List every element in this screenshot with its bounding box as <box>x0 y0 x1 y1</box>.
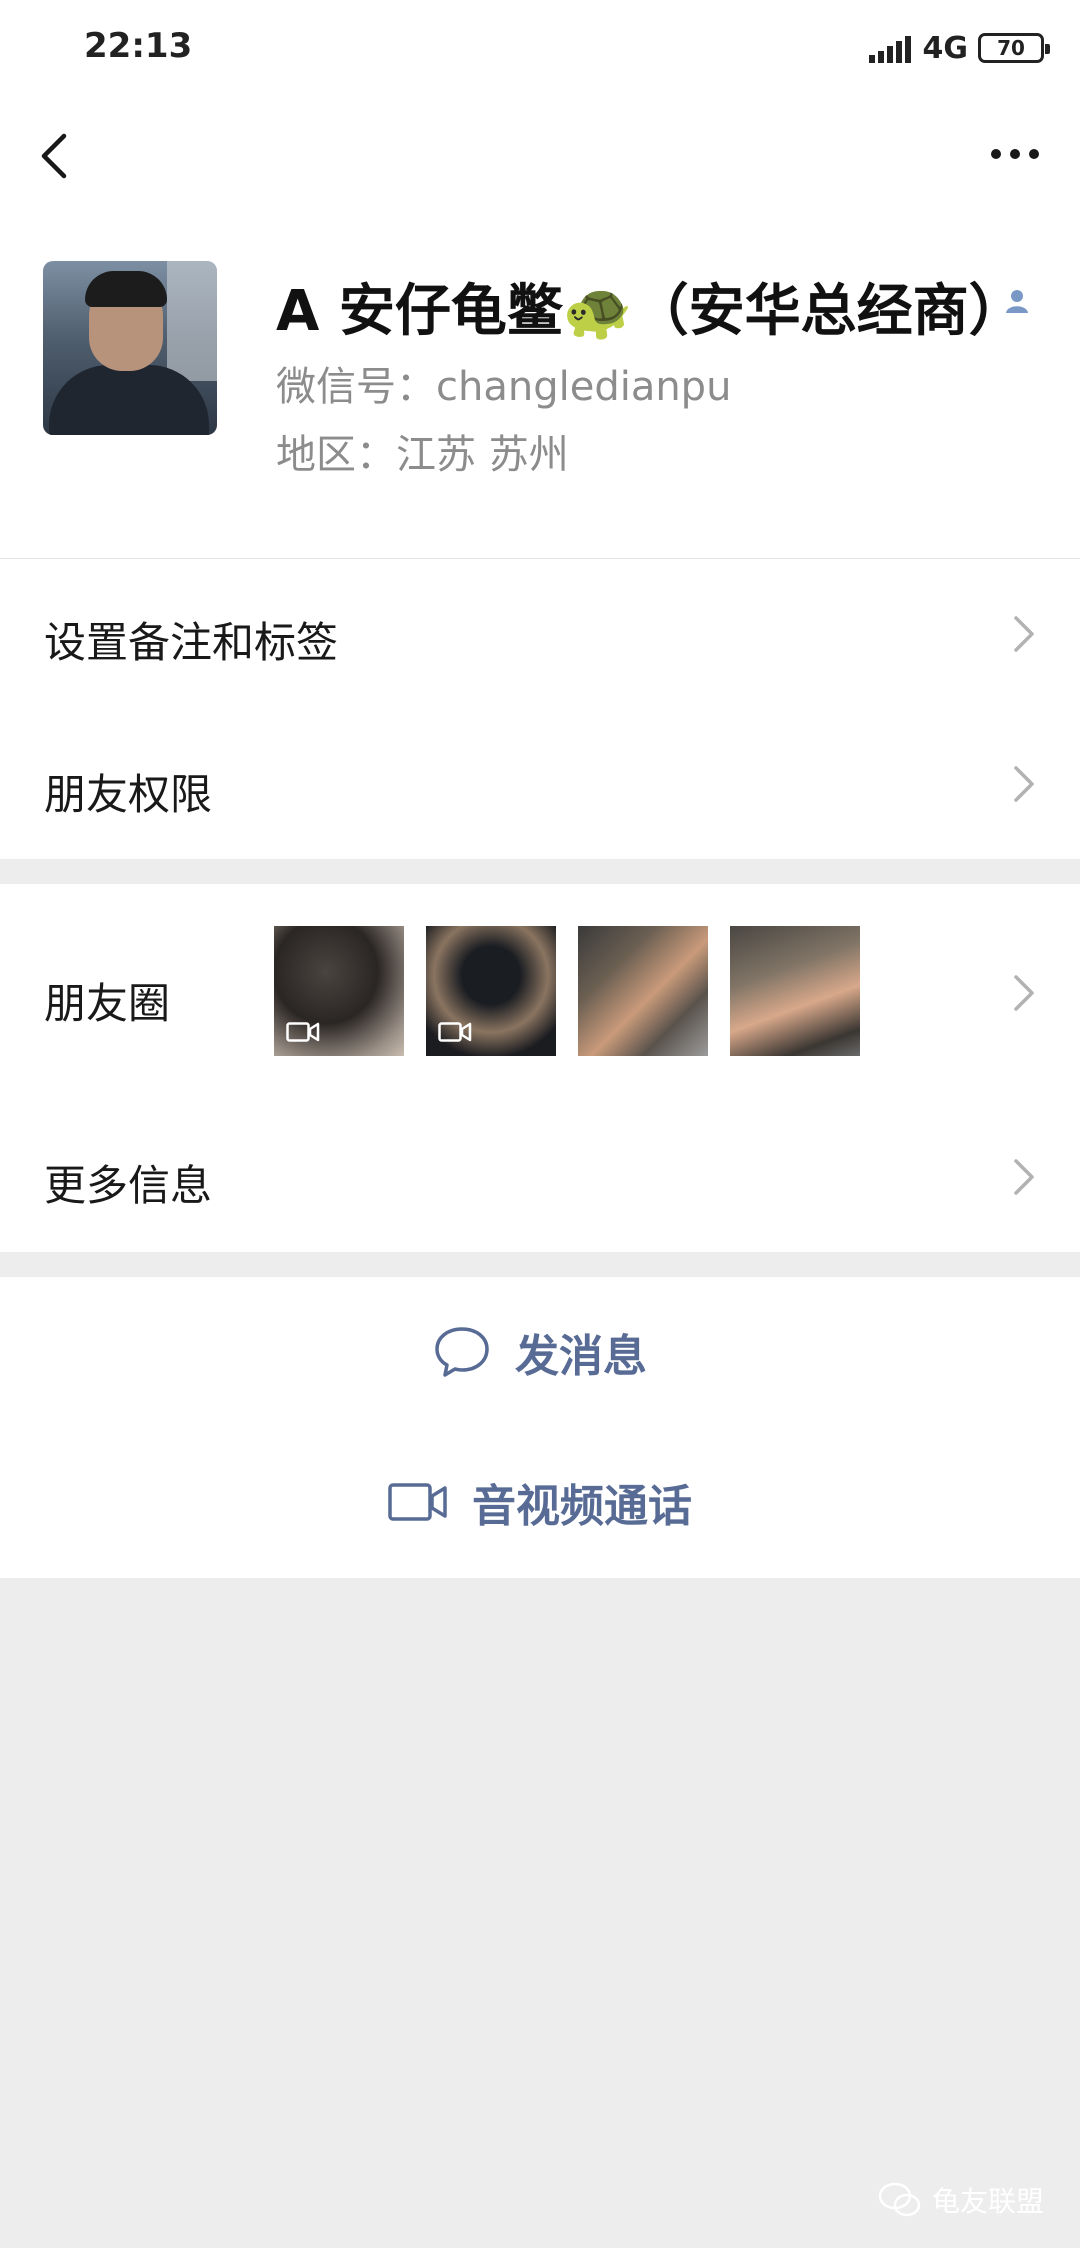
status-indicators: 4G 70 <box>868 28 1050 68</box>
battery-level: 70 <box>997 36 1025 60</box>
moments-row[interactable]: 朋友圈 <box>0 884 1080 1102</box>
more-dots-icon <box>991 149 1001 159</box>
battery-icon: 70 <box>978 33 1050 63</box>
chat-bubble-icon <box>435 1327 489 1377</box>
more-info-label: 更多信息 <box>44 1161 213 1210</box>
permissions-row[interactable]: 朋友权限 <box>0 709 1080 859</box>
video-call-label: 音视频通话 <box>472 1481 692 1532</box>
video-call-button[interactable]: 音视频通话 <box>0 1427 1080 1577</box>
chevron-right-icon <box>1014 975 1034 1011</box>
video-icon <box>286 1022 320 1042</box>
nav-bar <box>0 96 1080 216</box>
chevron-right-icon <box>1014 766 1034 802</box>
profile-header: A 安仔龟鳖🐢（安华总经商） 微信号：changledianpu 地区：江苏 苏… <box>0 216 1080 558</box>
moments-thumbnail[interactable] <box>578 926 708 1056</box>
watermark-text: 龟友联盟 <box>931 2185 1044 2218</box>
send-message-button[interactable]: 发消息 <box>0 1277 1080 1427</box>
chevron-right-icon <box>1014 1159 1034 1195</box>
permissions-label: 朋友权限 <box>44 770 213 819</box>
status-bar: 22:13 4G 70 <box>0 0 1080 96</box>
watermark: 龟友联盟 <box>878 2180 1044 2220</box>
region: 地区：江苏 苏州 <box>276 432 569 478</box>
more-button[interactable] <box>980 124 1050 184</box>
moments-thumbnail[interactable] <box>730 926 860 1056</box>
video-camera-icon <box>388 1483 447 1521</box>
moments-label: 朋友圈 <box>44 979 171 1028</box>
wechat-logo-icon <box>878 2182 921 2217</box>
more-info-row[interactable]: 更多信息 <box>0 1102 1080 1252</box>
avatar[interactable] <box>43 261 217 435</box>
back-button[interactable] <box>30 124 90 184</box>
remark-label: 设置备注和标签 <box>44 618 339 667</box>
status-time: 22:13 <box>84 26 193 66</box>
network-type: 4G <box>922 30 969 66</box>
moments-section: 朋友圈 更多信息 <box>0 884 1080 1252</box>
settings-section: 设置备注和标签 朋友权限 <box>0 559 1080 859</box>
video-icon <box>438 1022 472 1042</box>
back-arrow-icon <box>41 133 67 179</box>
remark-row[interactable]: 设置备注和标签 <box>0 559 1080 709</box>
send-message-label: 发消息 <box>515 1331 647 1382</box>
contact-badge-icon <box>1006 290 1028 313</box>
chevron-right-icon <box>1014 616 1034 652</box>
signal-icon <box>868 33 913 63</box>
moments-thumbnail[interactable] <box>426 926 556 1056</box>
moments-thumbnail[interactable] <box>274 926 404 1056</box>
profile-name: A 安仔龟鳖🐢（安华总经商） <box>276 279 1025 344</box>
actions-section: 发消息 音视频通话 <box>0 1277 1080 1578</box>
wechat-id: 微信号：changledianpu <box>276 364 732 410</box>
